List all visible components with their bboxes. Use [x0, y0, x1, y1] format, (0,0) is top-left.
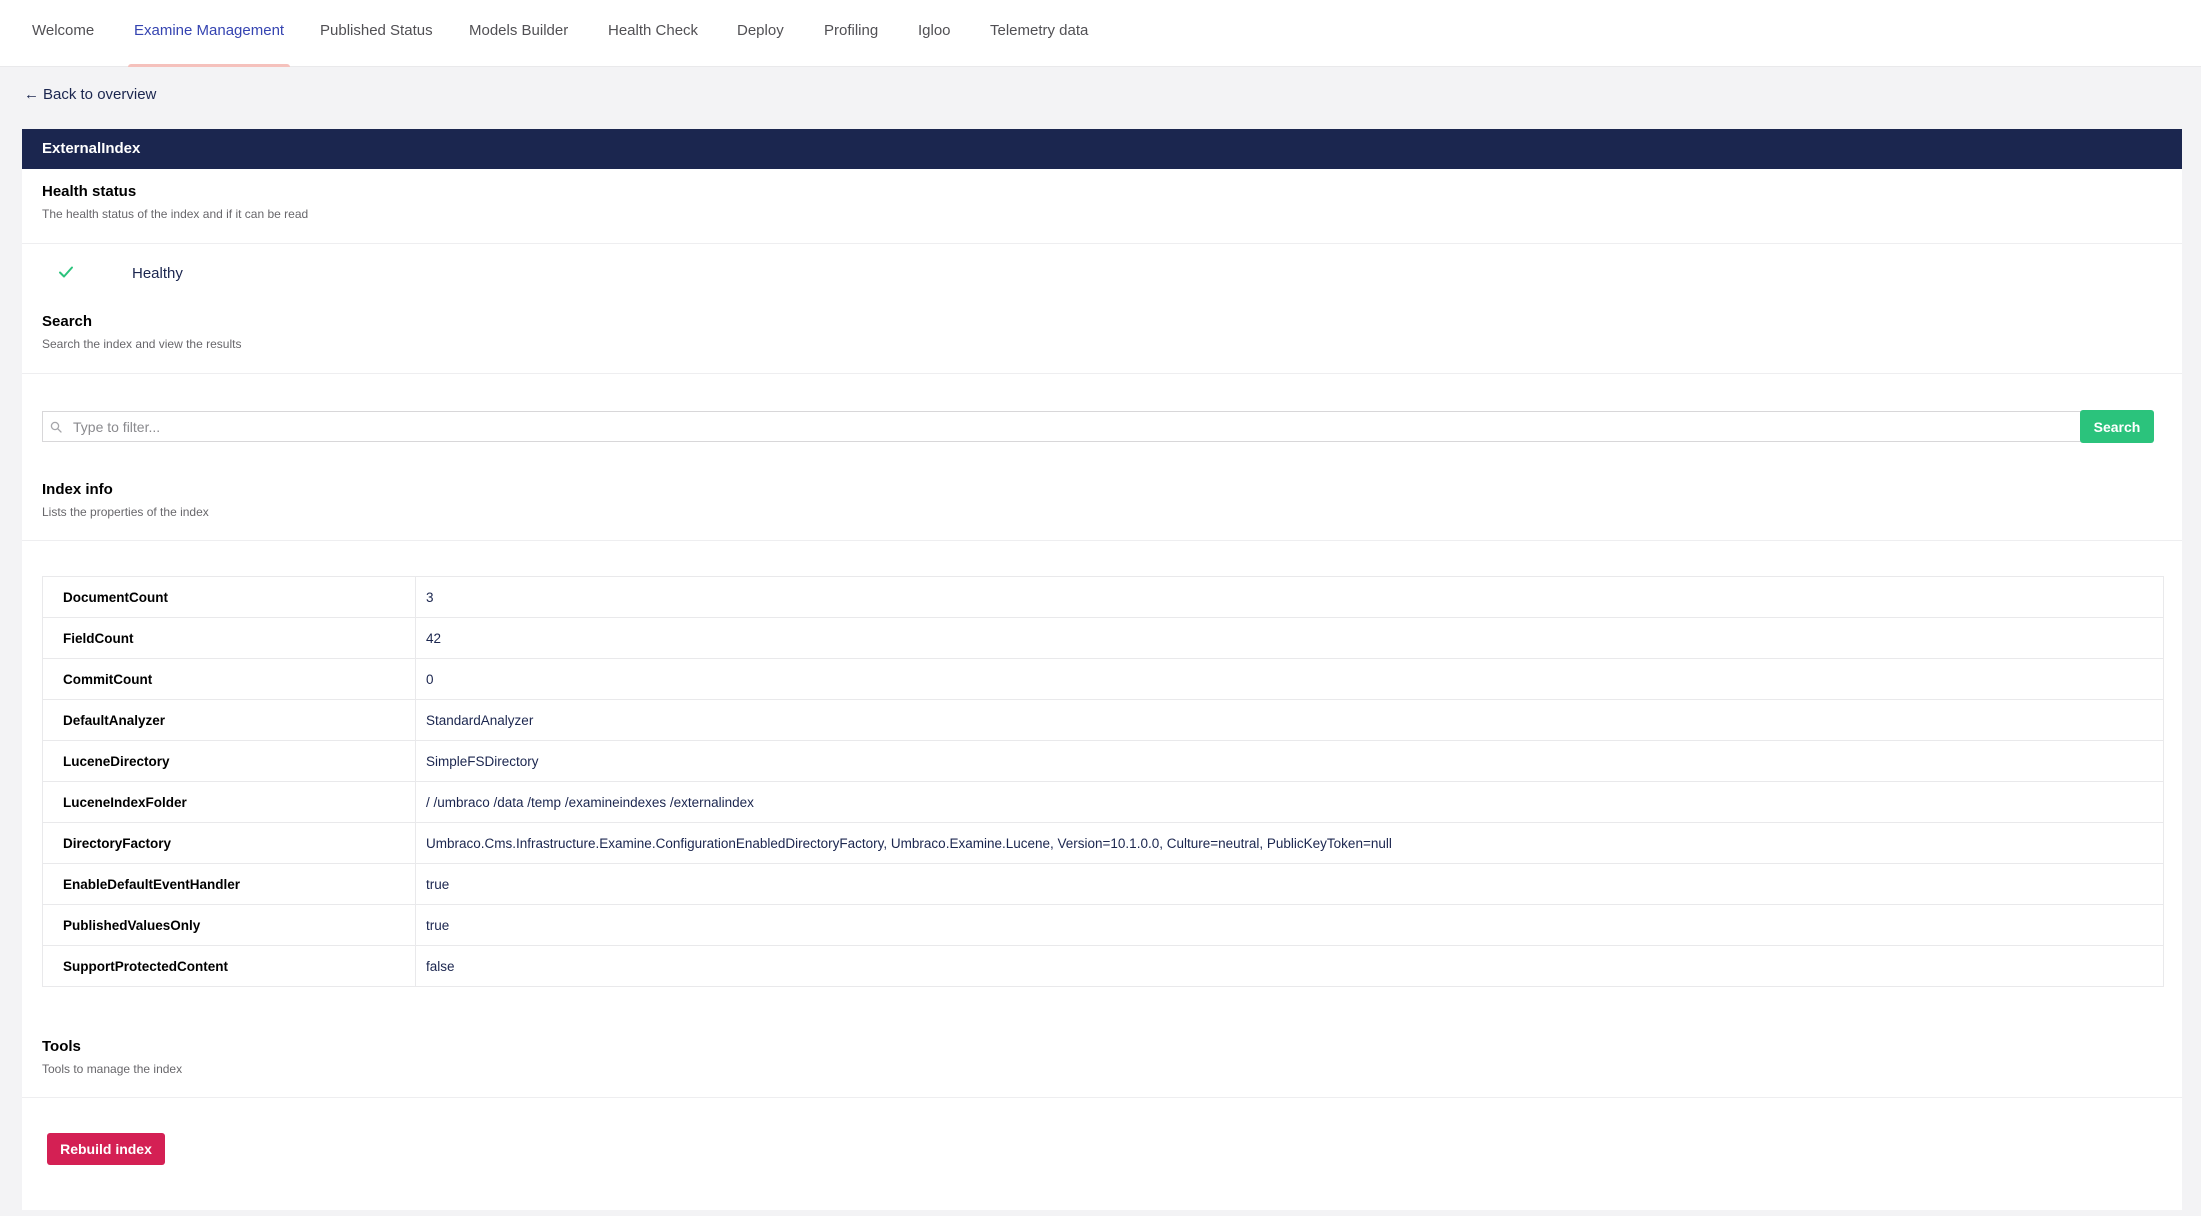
property-value: true: [415, 904, 2164, 946]
index-info-title: Index info: [42, 481, 113, 498]
property-key: CommitCount: [42, 658, 416, 700]
tab-models-builder[interactable]: Models Builder: [463, 0, 574, 67]
check-icon: [59, 266, 73, 278]
table-row: DocumentCount 3: [42, 576, 2164, 618]
health-status-title: Health status: [42, 183, 137, 200]
index-info-table: DocumentCount 3 FieldCount 42 CommitCoun…: [42, 576, 2164, 987]
table-row: FieldCount 42: [42, 617, 2164, 659]
tools-title: Tools: [42, 1038, 81, 1055]
property-value: 0: [415, 658, 2164, 700]
property-value: 42: [415, 617, 2164, 659]
property-value: SimpleFSDirectory: [415, 740, 2164, 782]
table-row: LuceneIndexFolder / /umbraco /data /temp…: [42, 781, 2164, 823]
property-value: true: [415, 863, 2164, 905]
property-key: SupportProtectedContent: [42, 945, 416, 987]
table-row: CommitCount 0: [42, 658, 2164, 700]
health-status-description: The health status of the index and if it…: [42, 207, 309, 221]
table-row: SupportProtectedContent false: [42, 945, 2164, 987]
table-row: PublishedValuesOnly true: [42, 904, 2164, 946]
property-key: DefaultAnalyzer: [42, 699, 416, 741]
search-icon: [50, 421, 62, 433]
property-key: LuceneDirectory: [42, 740, 416, 782]
rebuild-index-button[interactable]: Rebuild index: [47, 1133, 165, 1165]
property-value: Umbraco.Cms.Infrastructure.Examine.Confi…: [415, 822, 2164, 864]
tab-deploy[interactable]: Deploy: [731, 0, 790, 67]
tab-examine-management[interactable]: Examine Management: [128, 0, 291, 67]
back-to-overview-link[interactable]: ← Back to overview: [24, 86, 156, 103]
index-panel: ExternalIndex Health status The health s…: [22, 129, 2182, 1210]
arrow-left-icon: ←: [24, 86, 39, 103]
property-key: LuceneIndexFolder: [42, 781, 416, 823]
tab-igloo[interactable]: Igloo: [912, 0, 957, 67]
search-title: Search: [42, 313, 93, 330]
search-description: Search the index and view the results: [42, 337, 242, 351]
search-input[interactable]: [42, 411, 2096, 442]
property-value: false: [426, 958, 455, 974]
tab-telemetry-data[interactable]: Telemetry data: [984, 0, 1094, 67]
tab-published-status[interactable]: Published Status: [314, 0, 439, 67]
back-link-label: Back to overview: [43, 86, 157, 103]
index-name-header: ExternalIndex: [22, 129, 2182, 169]
tab-welcome[interactable]: Welcome: [26, 0, 100, 67]
tab-profiling[interactable]: Profiling: [818, 0, 884, 67]
property-value: 3: [415, 576, 2164, 618]
property-value: / /umbraco /data /temp /examineindexes /…: [415, 781, 2164, 823]
divider: [22, 1097, 2182, 1098]
property-key: EnableDefaultEventHandler: [42, 863, 416, 905]
table-row: EnableDefaultEventHandler true: [42, 863, 2164, 905]
divider: [22, 540, 2182, 541]
search-button[interactable]: Search: [2080, 410, 2154, 443]
property-key: DirectoryFactory: [42, 822, 416, 864]
property-value: StandardAnalyzer: [415, 699, 2164, 741]
property-key: FieldCount: [42, 617, 416, 659]
health-status-row: Healthy: [22, 254, 2182, 294]
table-row: DefaultAnalyzer StandardAnalyzer: [42, 699, 2164, 741]
table-row: DirectoryFactory Umbraco.Cms.Infrastruct…: [42, 822, 2164, 864]
property-key: DocumentCount: [42, 576, 416, 618]
index-info-description: Lists the properties of the index: [42, 505, 209, 519]
dashboard-tabs: Welcome Examine Management Published Sta…: [0, 0, 2201, 67]
divider: [22, 243, 2182, 244]
divider: [22, 373, 2182, 374]
tab-health-check[interactable]: Health Check: [602, 0, 704, 67]
table-row: LuceneDirectory SimpleFSDirectory: [42, 740, 2164, 782]
property-key: PublishedValuesOnly: [42, 904, 416, 946]
health-status-value: Healthy: [132, 265, 183, 282]
tools-description: Tools to manage the index: [42, 1062, 183, 1076]
